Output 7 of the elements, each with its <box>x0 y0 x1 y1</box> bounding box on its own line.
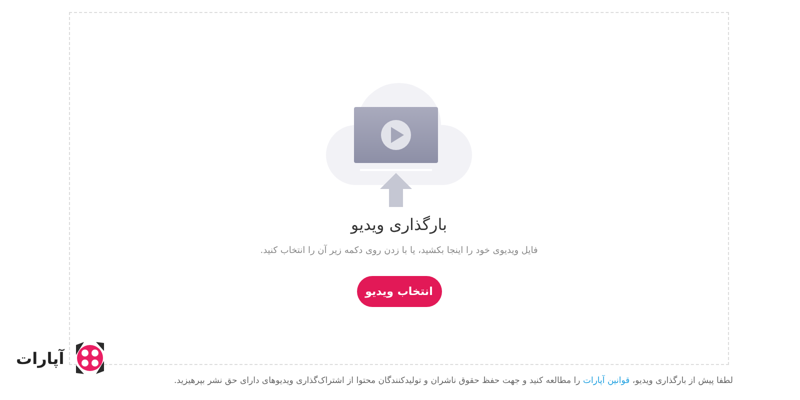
drop-zone[interactable]: بارگذاری ویدیو فایل ویدیوی خود را اینجا بکشید، یا با زدن روی دکمه زیر آن را انتخاب کنید. انتخاب ویدیو <box>69 12 729 365</box>
notice-text: لطفا پیش از بارگذاری ویدیو، قوانین آپارات را مطالعه کنید و جهت حفظ حقوق ناشران و تولیدکنندگان محتوا از اشتراک‌گذاری ویدیوهای دارای حق نشر بپرهیزید. <box>174 376 733 386</box>
upload-title: بارگذاری ویدیو <box>350 215 448 234</box>
rules-link[interactable]: قوانین آپارات <box>582 376 630 386</box>
logo-text: آپارات <box>16 348 64 368</box>
select-video-button[interactable]: انتخاب ویدیو <box>356 276 442 307</box>
upload-hint: فایل ویدیوی خود را اینجا بکشید، یا با زدن روی دکمه زیر آن را انتخاب کنید. <box>260 246 538 256</box>
